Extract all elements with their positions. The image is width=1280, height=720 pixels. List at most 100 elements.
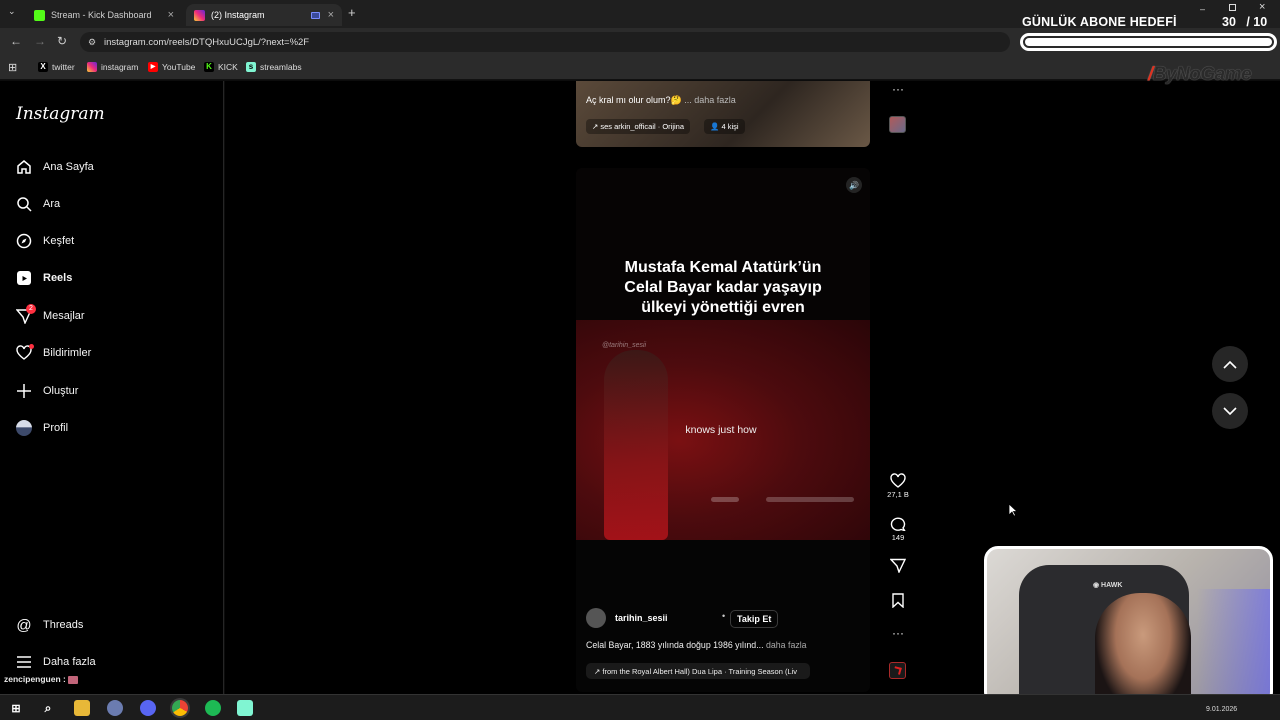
reload-icon[interactable]: ↻ bbox=[57, 34, 67, 48]
bookmark-streamlabs[interactable]: s streamlabs bbox=[246, 62, 302, 72]
reel-author[interactable]: tarihin_sesii bbox=[586, 608, 668, 628]
search-icon bbox=[16, 196, 32, 212]
sidebar-item-home[interactable]: Ana Sayfa bbox=[16, 159, 94, 175]
more-options-button[interactable]: ··· bbox=[886, 626, 910, 640]
sidebar-item-notifications[interactable]: Bildirimler bbox=[16, 344, 91, 361]
reel-video[interactable]: Mustafa Kemal Atatürk’ün Celal Bayar kad… bbox=[576, 168, 870, 692]
sidebar-item-threads[interactable]: @ Threads bbox=[16, 616, 84, 634]
bookmark-instagram[interactable]: instagram bbox=[87, 62, 138, 72]
previous-reel-card[interactable]: Aç kral mı olur olum?🤔 ... daha fazla ↗ … bbox=[576, 81, 870, 147]
discord-icon[interactable] bbox=[140, 700, 156, 716]
sidebar-item-label: Threads bbox=[43, 619, 84, 631]
reel-headline: Mustafa Kemal Atatürk’ün Celal Bayar kad… bbox=[576, 258, 870, 318]
bookmark-twitter[interactable]: Xtwitter bbox=[38, 62, 75, 72]
headline-line: ülkeyi yönettiği evren bbox=[641, 299, 805, 316]
close-window-icon[interactable]: × bbox=[1259, 1, 1265, 13]
search-icon[interactable]: ⌕ bbox=[40, 700, 56, 716]
speaker-icon: 🔊 bbox=[849, 180, 859, 190]
sidebar-item-search[interactable]: Ara bbox=[16, 196, 60, 212]
bookmark-label: streamlabs bbox=[260, 62, 302, 72]
youtube-icon: ▶ bbox=[148, 62, 158, 72]
follow-button[interactable]: Takip Et bbox=[730, 610, 779, 628]
sidebar-item-explore[interactable]: Keşfet bbox=[16, 233, 74, 249]
prev-reel-caption: Aç kral mı olur olum?🤔 ... daha fazla bbox=[586, 95, 736, 106]
spotify-icon[interactable] bbox=[205, 700, 221, 716]
separator-dot: • bbox=[722, 611, 726, 621]
notification-dot bbox=[29, 344, 34, 349]
author-username[interactable]: tarihin_sesii bbox=[615, 613, 668, 623]
url-input[interactable]: ⚙ instagram.com/reels/DTQHxuUCJgL/?next=… bbox=[80, 32, 1010, 52]
tab-list-button[interactable]: ⌄ bbox=[8, 6, 16, 17]
comment-count: 149 bbox=[891, 533, 905, 542]
audio-thumbnail[interactable] bbox=[889, 662, 906, 679]
previous-reel-button[interactable] bbox=[1212, 346, 1248, 382]
sidebar-item-label: Daha fazla bbox=[43, 656, 96, 668]
sidebar-item-more[interactable]: Daha fazla bbox=[16, 654, 96, 670]
prev-reel-tagged-people[interactable]: 👤 4 kişi bbox=[704, 119, 745, 134]
threads-icon: @ bbox=[16, 616, 32, 634]
streamlabs-icon[interactable] bbox=[237, 700, 253, 716]
caption-text: Aç kral mı olur olum?🤔 bbox=[586, 95, 682, 105]
prev-audio-thumbnail[interactable] bbox=[889, 116, 906, 133]
share-button[interactable] bbox=[886, 558, 910, 575]
bookmark-kick[interactable]: K KICK bbox=[204, 62, 238, 72]
new-tab-button[interactable]: + bbox=[348, 5, 356, 20]
close-icon[interactable]: × bbox=[168, 9, 174, 21]
tab-kick-dashboard[interactable]: Stream - Kick Dashboard × bbox=[26, 4, 182, 26]
subscriber-goal-bar bbox=[1020, 33, 1277, 51]
tab-label: (2) Instagram bbox=[211, 10, 265, 20]
avatar[interactable] bbox=[586, 608, 606, 628]
stage-light bbox=[711, 497, 739, 502]
sidebar-item-profile[interactable]: Profil bbox=[16, 420, 68, 436]
streamer-figure bbox=[1095, 593, 1191, 703]
back-icon[interactable]: ← bbox=[10, 34, 22, 48]
app-icon[interactable] bbox=[107, 700, 123, 716]
sidebar-item-messages[interactable]: 2 Mesajlar bbox=[16, 304, 85, 324]
heart-icon bbox=[890, 473, 906, 488]
sidebar-item-create[interactable]: Oluştur bbox=[16, 383, 78, 399]
mouse-cursor-icon bbox=[1008, 503, 1018, 517]
file-explorer-icon[interactable] bbox=[74, 700, 90, 716]
next-reel-button[interactable] bbox=[1212, 393, 1248, 429]
chrome-icon[interactable] bbox=[172, 700, 188, 716]
chair-logo-icon: ◉ HAWK bbox=[1093, 582, 1123, 589]
bookmark-icon bbox=[892, 593, 904, 608]
sidebar-item-label: Mesajlar bbox=[43, 310, 85, 322]
sidebar-item-label: Ara bbox=[43, 198, 61, 210]
background-light bbox=[1197, 589, 1270, 703]
more-link[interactable]: ... daha fazla bbox=[684, 95, 736, 105]
close-icon[interactable]: × bbox=[328, 9, 334, 21]
audio-text: ses arkin_officail · Orijina bbox=[600, 122, 685, 131]
site-info-icon[interactable]: ⚙ bbox=[88, 37, 96, 48]
picture-in-picture-icon[interactable] bbox=[311, 11, 320, 19]
windows-start-icon[interactable]: ⊞ bbox=[8, 700, 24, 716]
reel-audio-pill[interactable]: ↗ from the Royal Albert Hall) Dua Lipa ·… bbox=[586, 663, 810, 679]
windows-taskbar: ⊞ ⌕ bbox=[0, 694, 1280, 720]
more-options-button[interactable]: ··· bbox=[886, 82, 910, 96]
minimize-icon[interactable]: – bbox=[1200, 4, 1205, 14]
forward-icon[interactable]: → bbox=[34, 34, 46, 48]
bookmark-youtube[interactable]: ▶ YouTube bbox=[148, 62, 195, 72]
chat-username-text: zencipenguen : bbox=[4, 674, 66, 684]
sidebar-item-label: Ana Sayfa bbox=[43, 161, 94, 173]
restore-icon[interactable] bbox=[1229, 4, 1236, 11]
video-watermark: @tarihin_sesii bbox=[602, 342, 647, 349]
sidebar-item-reels[interactable]: Reels bbox=[16, 270, 72, 286]
tab-instagram[interactable]: (2) Instagram × bbox=[186, 4, 342, 26]
bookmark-label: KICK bbox=[218, 62, 238, 72]
audio-thumbnail-icon bbox=[893, 666, 902, 675]
apps-icon[interactable]: ⊞ bbox=[8, 61, 17, 74]
more-link[interactable]: daha fazla bbox=[766, 640, 807, 650]
save-button[interactable] bbox=[886, 593, 910, 610]
comment-button[interactable]: 149 bbox=[886, 516, 910, 542]
instagram-logo[interactable]: Instagram bbox=[16, 104, 105, 124]
prev-reel-audio[interactable]: ↗ ses arkin_officail · Orijina bbox=[586, 119, 691, 134]
like-button[interactable]: 27,1 B bbox=[886, 473, 910, 499]
notification-badge: 2 bbox=[26, 304, 36, 314]
sound-button[interactable]: 🔊 bbox=[846, 177, 862, 193]
video-subtitle: knows just how bbox=[685, 424, 757, 436]
reels-icon bbox=[16, 270, 32, 286]
bookmark-label: instagram bbox=[101, 62, 139, 72]
chevron-down-icon bbox=[1223, 406, 1237, 415]
plus-icon bbox=[16, 383, 32, 399]
